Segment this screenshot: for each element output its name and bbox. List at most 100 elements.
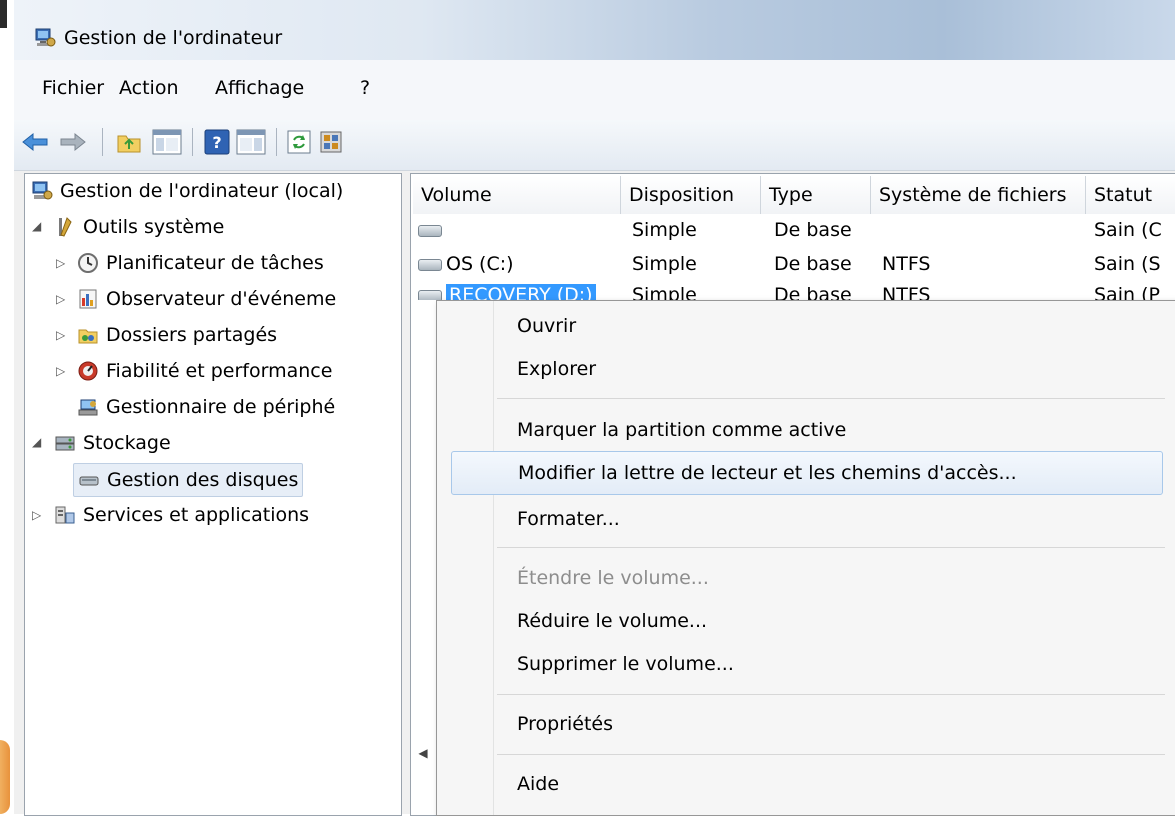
tree-item-services[interactable]: Services et applications [54, 499, 309, 531]
toolbar-separator [276, 128, 277, 156]
tree-item-label: Gestion de l'ordinateur (local) [60, 180, 344, 202]
table-row-selected[interactable]: RECOVERY (D:) [418, 284, 596, 300]
storage-icon [55, 436, 75, 451]
menu-item-supprimer[interactable]: Supprimer le volume... [437, 642, 1175, 686]
tree-item-observateur[interactable]: Observateur d'événeme [77, 283, 336, 315]
tree-item-label: Fiabilité et performance [106, 360, 333, 382]
tree-item-label: Services et applications [83, 504, 310, 526]
menu-item-proprietes[interactable]: Propriétés [437, 702, 1175, 746]
menu-item-label: Aide [517, 773, 560, 795]
column-header-type[interactable]: Type [761, 176, 871, 214]
menu-item-modifier-lettre[interactable]: Modifier la lettre de lecteur et les che… [451, 451, 1163, 495]
cell-type: De base [774, 253, 852, 275]
cell-type: De base [774, 219, 852, 241]
menu-item-formater[interactable]: Formater... [437, 497, 1175, 541]
back-arrow-icon[interactable] [18, 125, 52, 159]
tree-item-label: Dossiers partagés [106, 324, 278, 346]
help-icon[interactable]: ? [200, 125, 234, 159]
column-header-fs[interactable]: Système de fichiers [871, 176, 1086, 214]
properties-icon[interactable] [314, 125, 348, 159]
menu-bar [14, 60, 1175, 121]
title-bar[interactable]: Gestion de l'ordinateur [14, 0, 1175, 60]
refresh-icon[interactable] [282, 125, 316, 159]
cell-fs: NTFS [882, 253, 931, 275]
tree-item-label: Outils système [83, 216, 225, 238]
tree-item-gestion-disques[interactable]: Gestion des disques [73, 463, 304, 497]
expand-triangle-icon[interactable]: ▷ [56, 328, 65, 342]
menu-affichage[interactable]: Affichage [215, 77, 304, 99]
expand-triangle-icon[interactable]: ▷ [56, 256, 65, 270]
menu-separator [497, 547, 1165, 548]
toolbar-separator [192, 128, 193, 156]
tree-item-label: Planificateur de tâches [106, 252, 324, 274]
menu-fichier[interactable]: Fichier [42, 77, 104, 99]
tree-item-label: Stockage [83, 432, 171, 454]
tree-item-planificateur[interactable]: Planificateur de tâches [77, 247, 324, 279]
drive-icon [418, 258, 442, 271]
menu-item-label: Explorer [517, 358, 597, 380]
menu-item-reduire[interactable]: Réduire le volume... [437, 599, 1175, 643]
tree-item-gestionnaire[interactable]: Gestionnaire de périphé [77, 391, 335, 423]
tree-item-dossiers[interactable]: Dossiers partagés [77, 319, 277, 351]
column-header-label: Type [769, 184, 813, 206]
menu-separator [497, 398, 1165, 399]
expand-triangle-icon[interactable]: ▷ [32, 508, 41, 522]
tree-item-outils-systeme[interactable]: Outils système [54, 211, 224, 243]
shared-folders-icon [78, 329, 98, 344]
context-menu: Ouvrir Explorer Marquer la partition com… [436, 300, 1175, 816]
window-title: Gestion de l'ordinateur [64, 27, 283, 49]
up-folder-icon[interactable] [112, 125, 146, 159]
column-header-statut[interactable]: Statut [1086, 176, 1175, 214]
menu-item-label: Formater... [517, 508, 620, 530]
cell-volume: OS (C:) [446, 253, 514, 275]
menu-help[interactable]: ? [360, 77, 370, 99]
cell-disposition: Simple [632, 219, 697, 241]
disk-management-icon [79, 476, 99, 486]
menu-item-label: Ouvrir [517, 315, 577, 337]
cell-statut: Sain (S [1094, 253, 1161, 275]
column-header-disposition[interactable]: Disposition [621, 176, 761, 214]
services-icon [55, 506, 75, 524]
drive-icon [418, 224, 442, 237]
tree-item-root[interactable]: Gestion de l'ordinateur (local) [31, 175, 343, 207]
collapse-triangle-icon[interactable]: ◢ [32, 435, 41, 449]
menu-item-label: Marquer la partition comme active [517, 419, 847, 441]
show-hide-action-pane-icon[interactable] [234, 125, 268, 159]
orange-tab [0, 740, 10, 814]
tree-item-stockage[interactable]: Stockage [54, 427, 171, 459]
cell-volume: RECOVERY (D:) [446, 284, 596, 300]
collapse-triangle-icon[interactable]: ◢ [32, 219, 41, 233]
clock-icon [78, 253, 98, 273]
menu-separator [497, 694, 1165, 695]
performance-gauge-icon [78, 361, 98, 381]
column-header-volume[interactable]: Volume [413, 176, 621, 214]
cell-fs: NTFS [882, 284, 931, 300]
forward-arrow-icon[interactable] [56, 125, 90, 159]
column-header-label: Volume [421, 184, 492, 206]
toolbar [14, 120, 1175, 171]
left-edge-bar [0, 0, 7, 28]
scroll-left-arrow-icon[interactable]: ◀ [412, 740, 434, 766]
cell-disposition: Simple [632, 284, 697, 300]
event-viewer-icon [79, 289, 97, 309]
menu-item-label: Étendre le volume... [517, 567, 709, 589]
menu-action[interactable]: Action [119, 77, 179, 99]
table-row[interactable] [418, 219, 446, 241]
menu-item-explorer[interactable]: Explorer [437, 347, 1175, 391]
device-manager-icon [78, 399, 98, 416]
column-header-label: Disposition [629, 184, 735, 206]
computer-management-icon [35, 28, 56, 47]
table-row[interactable]: OS (C:) [418, 253, 514, 275]
tree-item-fiabilite[interactable]: Fiabilité et performance [77, 355, 332, 387]
cell-disposition: Simple [632, 253, 697, 275]
menu-item-ouvrir[interactable]: Ouvrir [437, 304, 1175, 348]
tools-icon [59, 217, 72, 237]
menu-item-label: Supprimer le volume... [517, 653, 734, 675]
menu-item-marquer-active[interactable]: Marquer la partition comme active [437, 408, 1175, 452]
expand-triangle-icon[interactable]: ▷ [56, 364, 65, 378]
menu-item-label: Réduire le volume... [517, 610, 708, 632]
menu-item-aide[interactable]: Aide [437, 762, 1175, 806]
show-hide-tree-icon[interactable] [150, 125, 184, 159]
cell-type: De base [774, 284, 852, 300]
expand-triangle-icon[interactable]: ▷ [56, 292, 65, 306]
